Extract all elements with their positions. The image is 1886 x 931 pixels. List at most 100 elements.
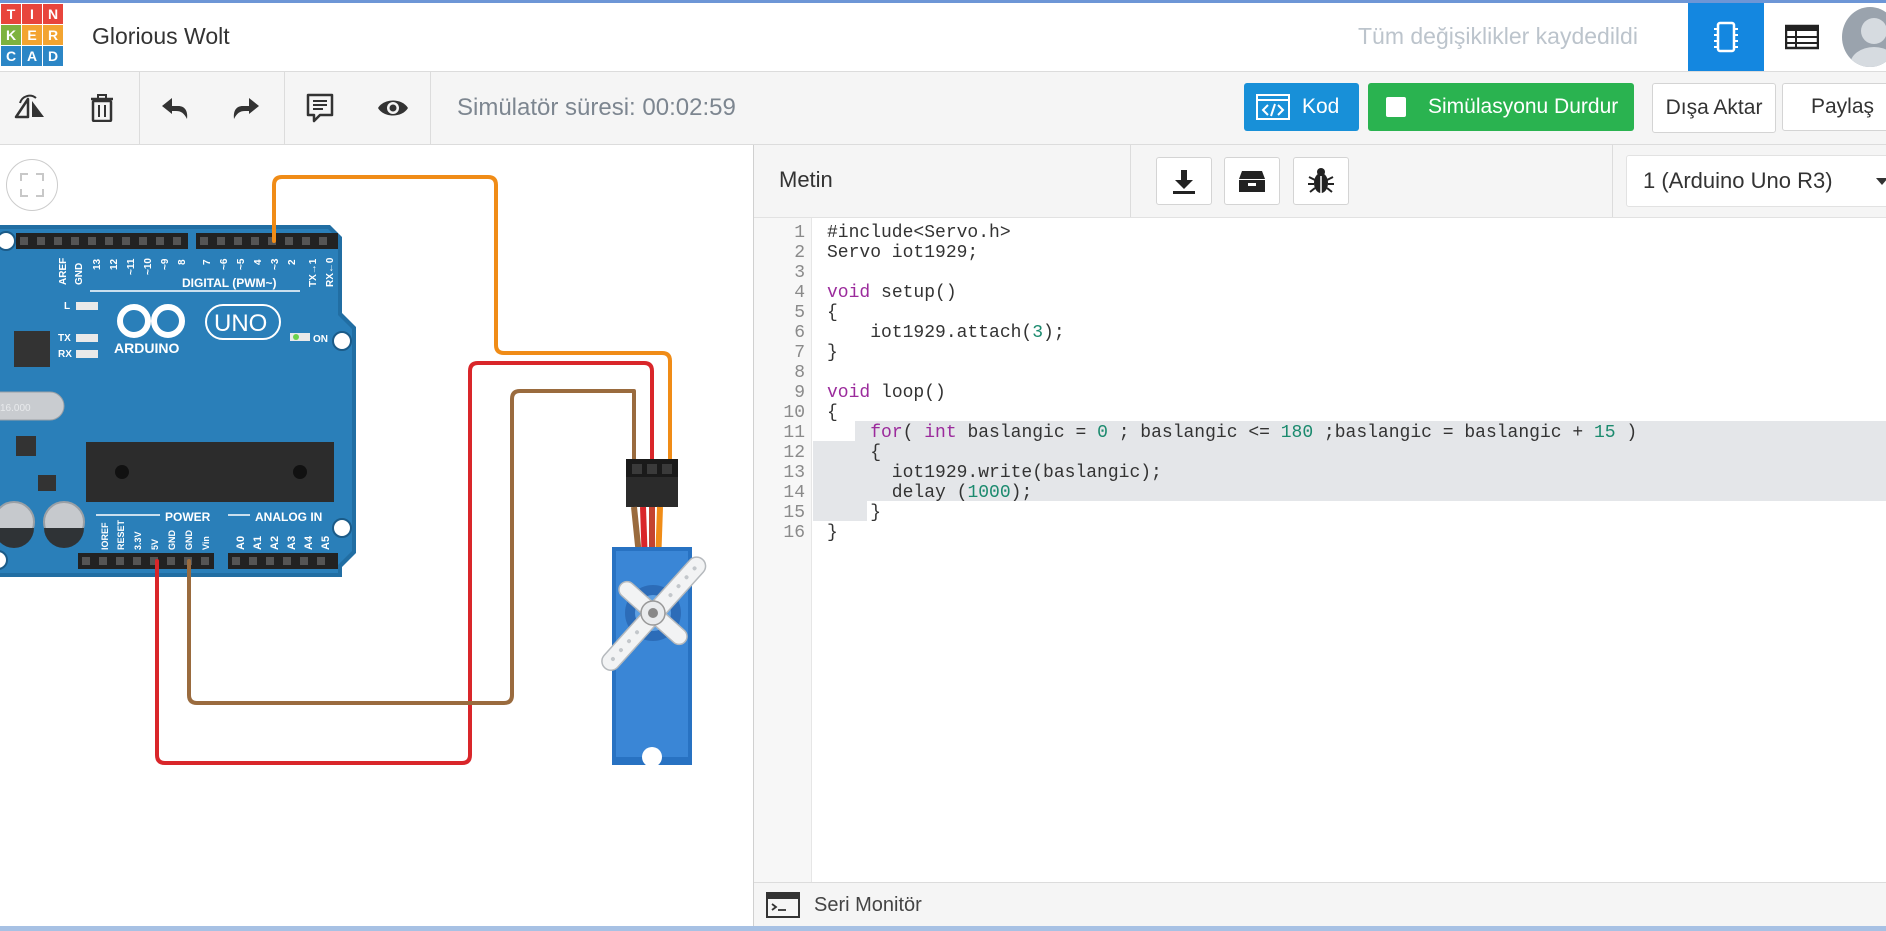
simulator-time: Simülatör süresi: 00:02:59 (457, 94, 736, 121)
crystal-label: 16.000 (0, 403, 31, 414)
digital-pin-label: ~10 (143, 258, 154, 275)
logo-tile: R (43, 25, 63, 45)
redo-icon (233, 98, 259, 119)
analog-pin-label: A3 (286, 536, 298, 550)
window-bottom-edge (0, 926, 1886, 931)
delete-button[interactable] (80, 86, 124, 130)
uno-label: UNO (214, 310, 267, 337)
on-led-label: ON (313, 334, 328, 345)
analog-pin-label: A2 (269, 536, 281, 550)
digital-pin-label: RX←0 (325, 257, 336, 287)
logo-tile: A (22, 46, 42, 66)
logo-tile: C (1, 46, 21, 66)
debugger-button[interactable] (1293, 157, 1349, 205)
tinkercad-logo[interactable]: TIN KER CAD (0, 3, 65, 70)
digital-header-label: DIGITAL (PWM~) (182, 276, 277, 290)
digital-pin-label: 13 (92, 258, 103, 270)
notes-icon (306, 93, 334, 123)
libraries-button[interactable] (1224, 157, 1280, 205)
notes-button[interactable] (298, 86, 342, 130)
circuit-drawing: AREF GND 13 12 ~11 ~10 ~9 8 7 ~6 ~5 4 ~3… (0, 175, 734, 767)
circuit-canvas[interactable]: AREF GND 13 12 ~11 ~10 ~9 8 7 ~6 ~5 4 ~3… (0, 145, 753, 926)
project-name[interactable]: Glorious Wolt (92, 23, 230, 50)
visibility-button[interactable] (371, 86, 415, 130)
power-pin-label: Vin (201, 536, 211, 550)
circuit-view-button[interactable] (1688, 3, 1764, 71)
logo-tile: E (22, 25, 42, 45)
rotate-button[interactable] (8, 86, 52, 130)
code-text: } (827, 523, 838, 543)
breadboard-icon (1714, 21, 1738, 53)
code-button[interactable]: Kod (1244, 83, 1359, 131)
power-pin-label: RESET (116, 519, 126, 550)
aref-label: AREF (58, 258, 69, 285)
digital-pin-label: 2 (287, 259, 298, 265)
editor-mode-label[interactable]: Metin (779, 167, 833, 193)
serial-monitor-bar[interactable]: Seri Monitör (754, 882, 1886, 927)
delete-icon (91, 94, 113, 122)
stop-simulation-button[interactable]: Simülasyonu Durdur (1368, 83, 1634, 131)
caret-down-icon (1876, 178, 1886, 185)
analog-pin-label: A0 (235, 536, 247, 550)
digital-pin-label: 7 (202, 259, 213, 265)
header-separator (1130, 145, 1131, 217)
rx-led-label: RX (58, 349, 72, 360)
header-separator (1612, 145, 1613, 217)
power-pin-label: 5V (150, 539, 160, 550)
digital-pin-label: ~11 (126, 258, 137, 275)
analog-pin-label: A1 (252, 536, 264, 550)
digital-pin-label: 8 (177, 259, 188, 265)
library-icon (1239, 171, 1265, 192)
user-avatar[interactable] (1842, 7, 1886, 67)
power-pin-label: 3.3V (133, 531, 143, 550)
download-code-button[interactable] (1156, 157, 1212, 205)
list-icon (1785, 24, 1819, 50)
stop-icon (1386, 97, 1406, 117)
digital-pin-label: ~5 (236, 258, 247, 270)
code-icon (1256, 94, 1290, 120)
undo-button[interactable] (153, 86, 197, 130)
logo-tile: K (1, 25, 21, 45)
logo-tile: T (1, 4, 21, 24)
digital-pin-label: ~3 (270, 258, 281, 270)
export-button[interactable]: Dışa Aktar (1652, 83, 1776, 133)
toolbar-separator (139, 72, 140, 144)
rotate-icon (14, 94, 44, 119)
component-list-button[interactable] (1764, 3, 1840, 71)
power-pin-label: GND (184, 530, 194, 551)
line-number: 16 (783, 523, 805, 543)
visibility-icon (378, 100, 408, 116)
analog-pin-label: A4 (303, 535, 315, 550)
board-select[interactable]: 1 (Arduino Uno R3) (1626, 155, 1886, 207)
stop-simulation-label: Simülasyonu Durdur (1428, 95, 1619, 118)
code-button-label: Kod (1302, 95, 1340, 118)
digital-pin-label: TX→1 (308, 258, 319, 287)
l-led-label: L (64, 301, 70, 312)
analog-in-label: ANALOG IN (255, 510, 322, 524)
toolbar-separator (284, 72, 285, 144)
code-editor[interactable]: 1 #include<Servo.h> 2 Servo iot1929; 3 4 void … (754, 218, 1886, 883)
digital-pin-label: ~6 (219, 258, 230, 270)
download-icon (1173, 170, 1195, 194)
logo-tile: D (43, 46, 63, 66)
arduino-brand: ARDUINO (114, 340, 179, 356)
digital-pin-label: 4 (253, 259, 264, 265)
serial-monitor-icon (766, 892, 800, 918)
digital-pin-label: 12 (109, 258, 120, 270)
code-line: 16} (754, 521, 1886, 545)
app-header: TIN KER CAD Glorious Wolt Tüm değişiklikle… (0, 3, 1886, 72)
logo-tile: I (22, 4, 42, 24)
toolbar-separator (430, 72, 431, 144)
arduino-uno-board[interactable]: AREF GND 13 12 ~11 ~10 ~9 8 7 ~6 ~5 4 ~3… (0, 225, 356, 577)
board-select-value: 1 (Arduino Uno R3) (1643, 168, 1833, 193)
power-pin-label: IOREF (100, 522, 110, 550)
gnd-label: GND (74, 263, 85, 285)
editor-toolbar: Simülatör süresi: 00:02:59 Kod Simülasyo… (0, 72, 1886, 145)
tx-led-label: TX (58, 333, 71, 344)
share-button[interactable]: Paylaş (1782, 83, 1886, 131)
serial-monitor-label: Seri Monitör (814, 894, 922, 916)
code-panel: Metin 1 (Arduino Uno R3) 1 #include<Serv… (753, 145, 1886, 927)
save-status: Tüm değişiklikler kaydedildi (1358, 23, 1638, 49)
redo-button[interactable] (224, 86, 268, 130)
micro-servo[interactable] (572, 459, 734, 767)
